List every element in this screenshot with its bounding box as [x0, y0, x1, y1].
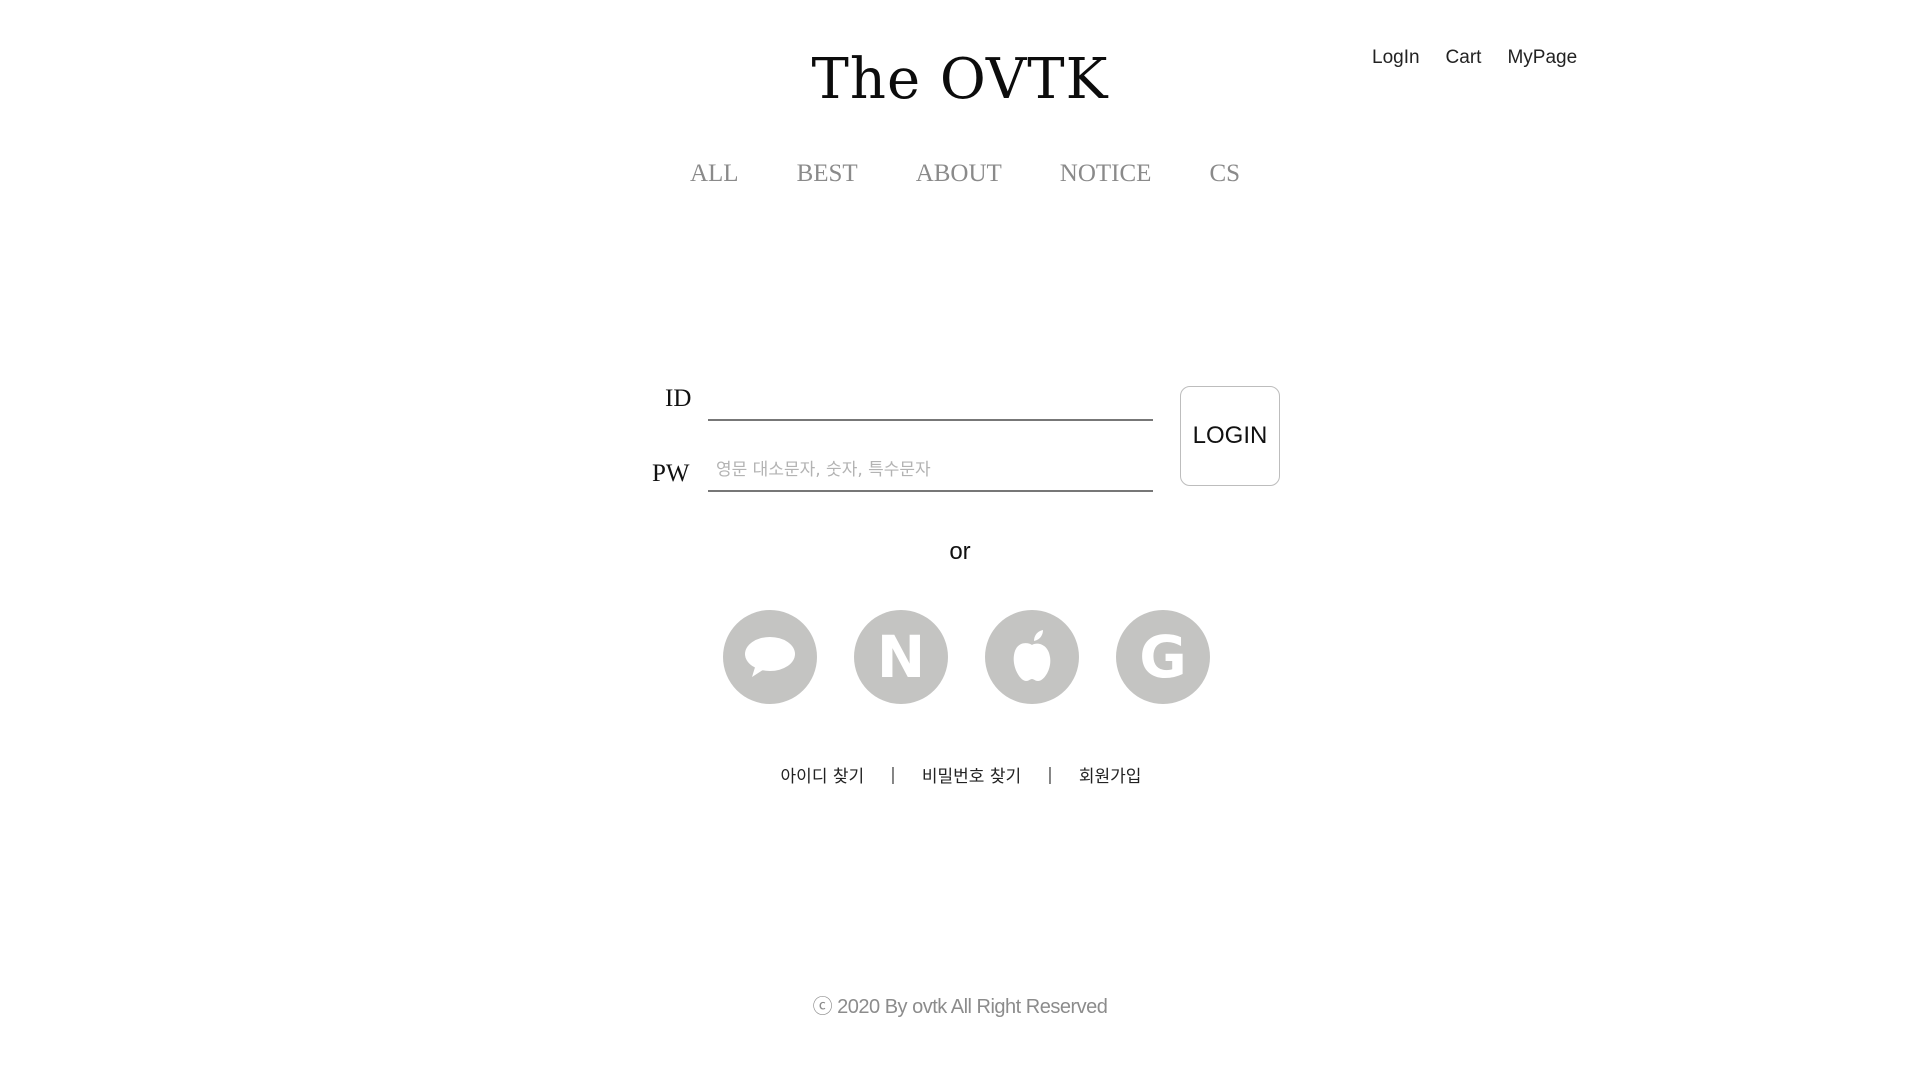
- find-id-link[interactable]: 아이디 찾기: [781, 762, 865, 787]
- login-link[interactable]: LogIn: [1372, 47, 1420, 69]
- or-divider-text: or: [949, 538, 971, 565]
- pw-label: PW: [652, 460, 690, 487]
- google-login-button[interactable]: G: [1116, 610, 1210, 704]
- utility-nav: LogIn Cart MyPage: [1372, 47, 1577, 69]
- account-links: 아이디 찾기 | 비밀번호 찾기 | 회원가입: [0, 762, 1920, 788]
- link-separator: |: [1047, 764, 1053, 785]
- id-input[interactable]: [708, 383, 1153, 421]
- signup-link[interactable]: 회원가입: [1079, 762, 1142, 787]
- kakao-login-button[interactable]: [723, 610, 817, 704]
- nav-item-all[interactable]: ALL: [690, 160, 739, 188]
- nav-item-notice[interactable]: NOTICE: [1060, 160, 1152, 188]
- main-nav: ALL BEST ABOUT NOTICE CS: [0, 160, 1920, 188]
- nav-item-cs[interactable]: CS: [1209, 160, 1240, 188]
- apple-login-button[interactable]: [985, 610, 1079, 704]
- cart-link[interactable]: Cart: [1446, 47, 1482, 69]
- naver-n-icon: N: [876, 623, 926, 691]
- nav-item-about[interactable]: ABOUT: [916, 160, 1002, 188]
- find-password-link[interactable]: 비밀번호 찾기: [922, 762, 1021, 787]
- footer-copyright: ⓒ 2020 By ovtk All Right Reserved: [812, 996, 1108, 1018]
- mypage-link[interactable]: MyPage: [1507, 47, 1577, 69]
- speech-bubble-icon: [745, 637, 795, 677]
- login-button[interactable]: LOGIN: [1180, 386, 1280, 486]
- password-input[interactable]: [708, 456, 1153, 492]
- nav-item-best[interactable]: BEST: [797, 160, 858, 188]
- site-logo[interactable]: The OVTK: [0, 52, 1920, 108]
- social-login-group: N G: [723, 610, 1210, 704]
- apple-icon: [1013, 630, 1051, 681]
- link-separator: |: [890, 764, 896, 785]
- naver-login-button[interactable]: N: [854, 610, 948, 704]
- google-g-icon: G: [1139, 623, 1187, 691]
- id-label: ID: [665, 385, 692, 412]
